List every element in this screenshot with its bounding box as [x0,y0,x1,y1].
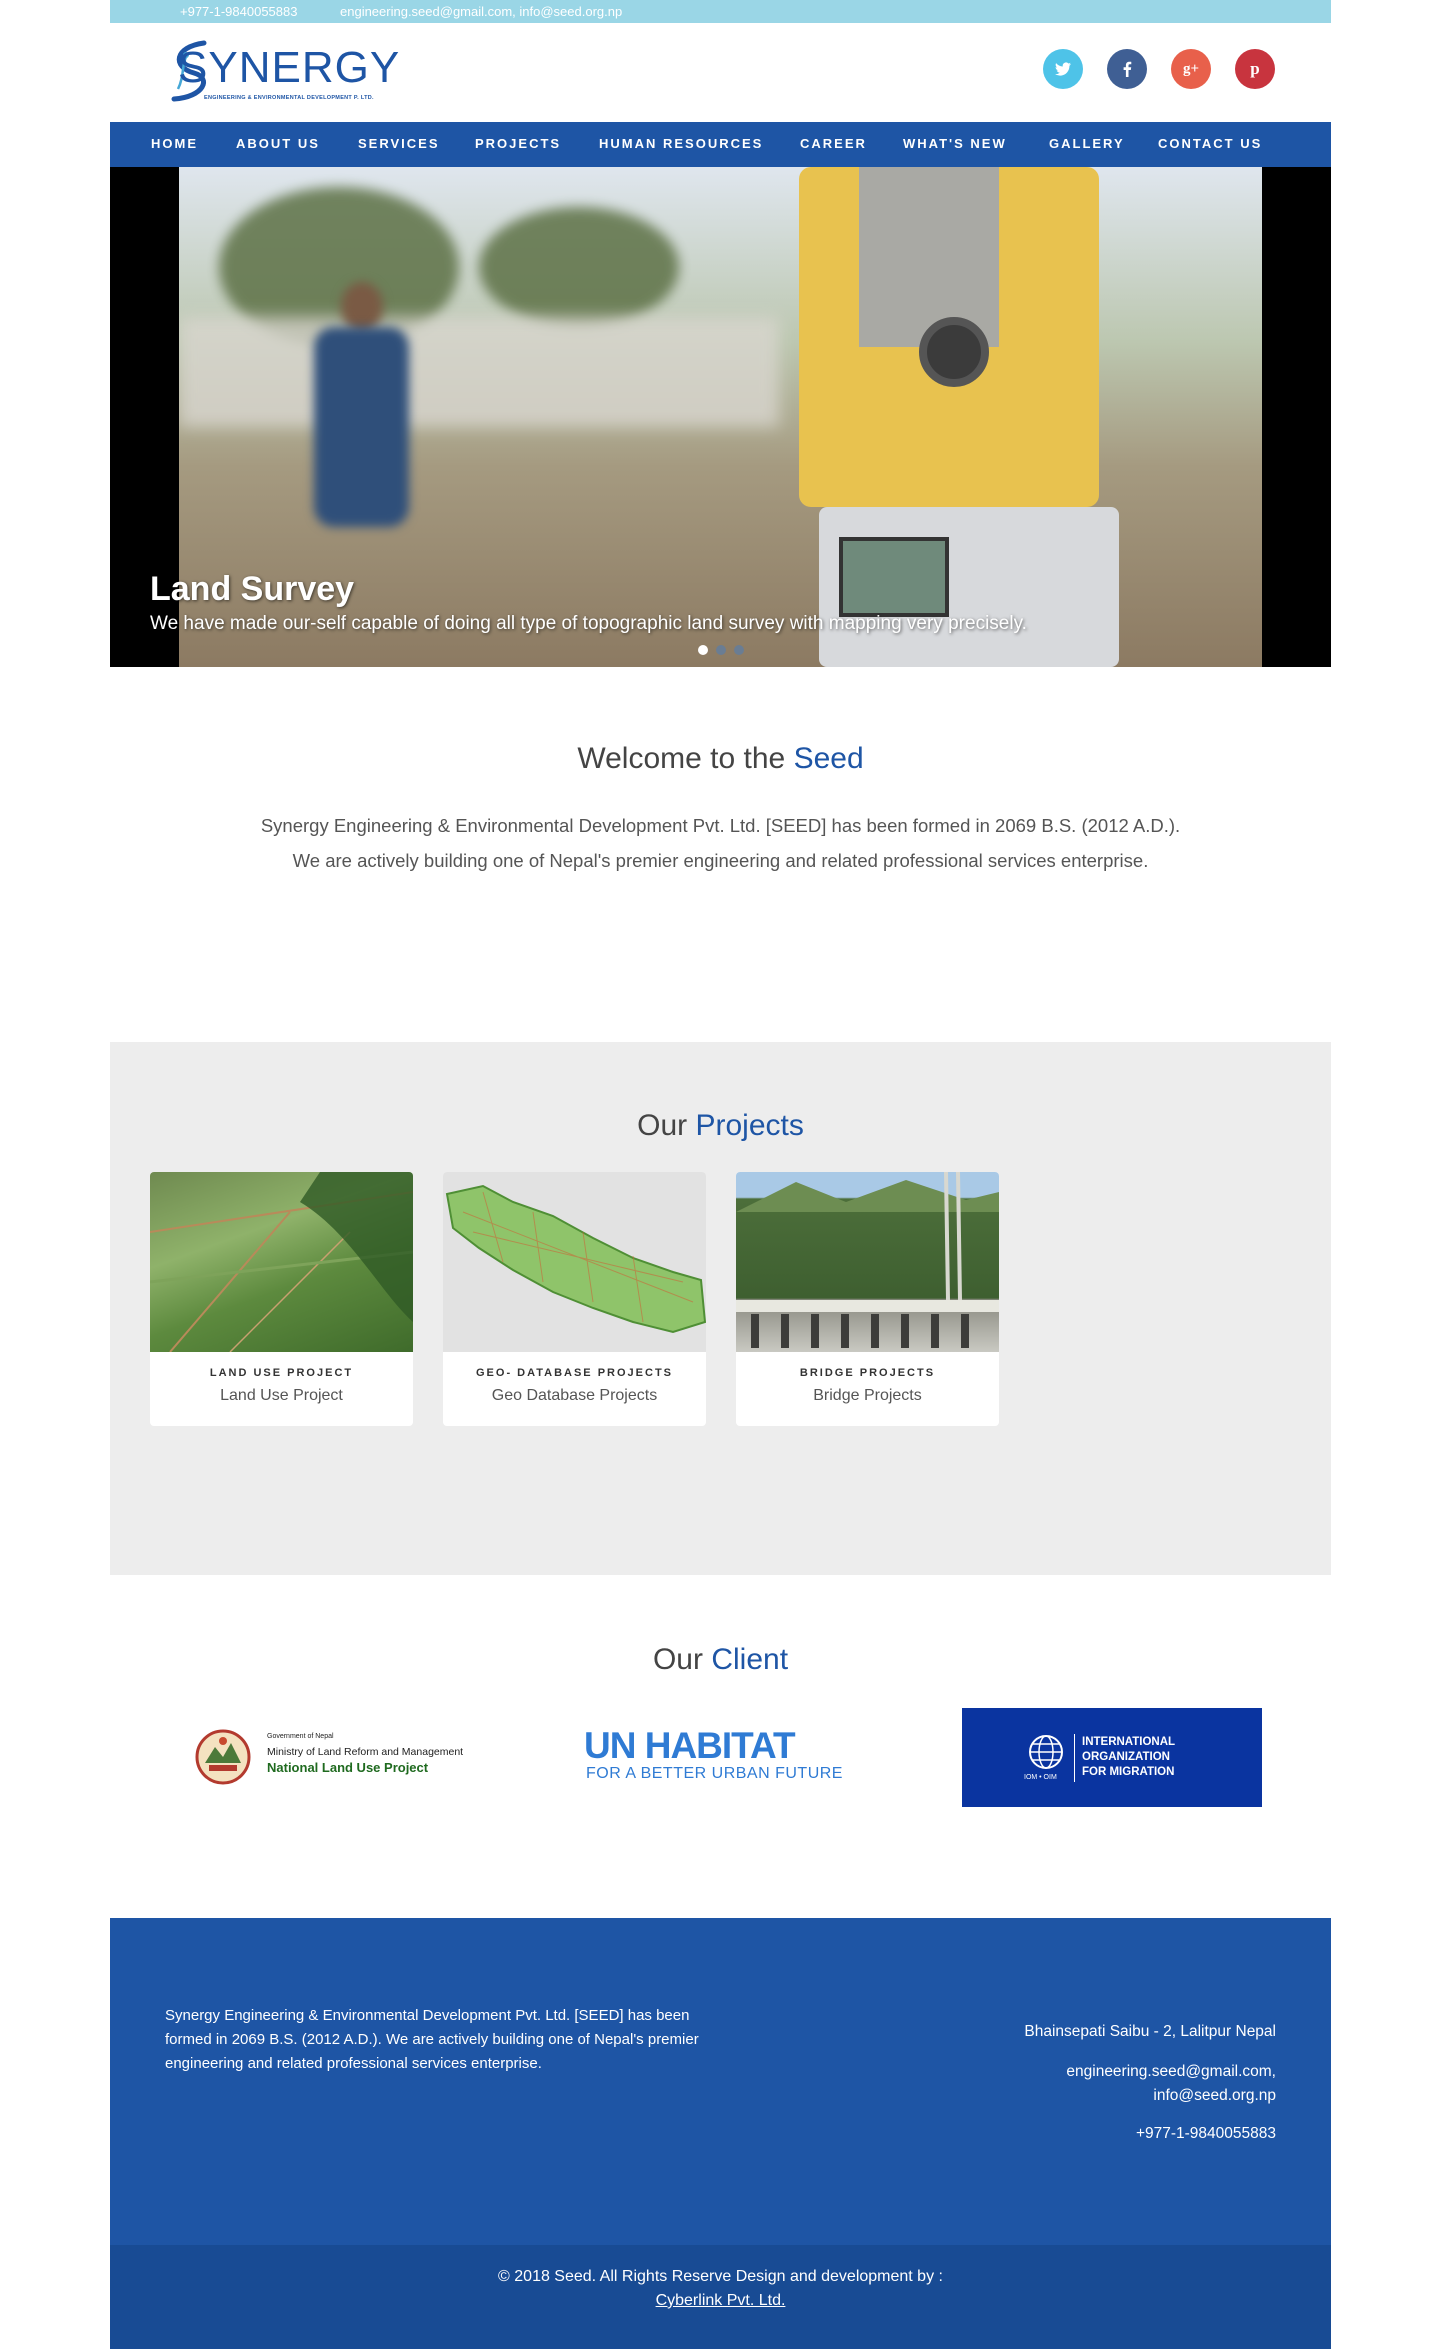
total-station-image [799,167,1159,667]
projects-heading-accent: Projects [695,1109,804,1142]
welcome-text: Synergy Engineering & Environmental Deve… [260,815,1181,871]
clients-heading: Our Client [110,1643,1331,1677]
iom-abbr: IOM • OIM [1024,1774,1057,1781]
iom-globe-icon [1029,1735,1063,1769]
nav-about-us[interactable]: ABOUT US [236,136,320,151]
projects-heading-prefix: Our [637,1109,688,1142]
nav-gallery[interactable]: GALLERY [1049,136,1125,151]
projects-heading: Our Projects [110,1109,1331,1143]
pinterest-icon[interactable]: p [1235,49,1275,89]
nepal-emblem-icon [195,1729,251,1785]
page-wrapper: +977-1-9840055883 engineering.seed@gmail… [110,0,1331,2349]
site-footer: Synergy Engineering & Environmental Deve… [110,1918,1331,2245]
iom-line1: INTERNATIONAL [1082,1736,1176,1748]
nav-whats-new[interactable]: WHAT'S NEW [903,136,1007,151]
slider-dot-2[interactable] [716,645,726,655]
unhabitat-sub: FOR A BETTER URBAN FUTURE [586,1765,843,1782]
project-card-land-use[interactable]: LAND USE PROJECT Land Use Project [150,1172,413,1426]
welcome-heading-accent: Seed [793,742,864,775]
nav-career[interactable]: CAREER [800,136,867,151]
nav-projects[interactable]: PROJECTS [475,136,561,151]
nav-human-resources[interactable]: HUMAN RESOURCES [599,136,763,151]
hero-slider[interactable]: Land Survey We have made our-self capabl… [110,167,1331,667]
project-category: GEO- DATABASE PROJECTS [476,1367,673,1379]
slider-dot-3[interactable] [734,645,744,655]
top-contact-bar: +977-1-9840055883 engineering.seed@gmail… [110,0,1331,23]
footer-about: Synergy Engineering & Environmental Deve… [165,2007,699,2072]
nlup-line3: National Land Use Project [267,1760,429,1775]
welcome-heading-prefix: Welcome to the [577,742,786,775]
project-category: BRIDGE PROJECTS [799,1367,936,1379]
projects-section: Our Projects LAND USE PROJECT Land Use P… [110,1042,1331,1575]
project-card-bridge[interactable]: BRIDGE PROJECTS Bridge Projects [736,1172,999,1426]
footer-address: Bhainsepati Saibu - 2, Lalitpur Nepal [1024,2023,1276,2040]
footer-phone[interactable]: +977-1-9840055883 [1136,2122,1276,2146]
bridge-image [736,1172,999,1352]
project-category: LAND USE PROJECT [209,1367,354,1379]
main-nav: HOME ABOUT US SERVICES PROJECTS HUMAN RE… [110,122,1331,167]
twitter-icon[interactable] [1043,49,1083,89]
project-name: Geo Database Projects [491,1387,658,1404]
synergy-logo[interactable]: SYNERGY ENGINEERING & ENVIRONMENTAL DEVE… [164,37,399,107]
unhabitat-main: UN HABITAT [584,1725,796,1766]
logo-tagline: ENGINEERING & ENVIRONMENTAL DEVELOPMENT … [204,95,374,101]
nlup-line1: Government of Nepal [267,1733,334,1740]
clients-heading-accent: Client [711,1643,789,1676]
copyright-bar: © 2018 Seed. All Rights Reserve Design a… [110,2245,1331,2349]
site-header: SYNERGY ENGINEERING & ENVIRONMENTAL DEVE… [110,23,1331,122]
nepal-map-image [443,1172,706,1352]
nav-home[interactable]: HOME [151,136,198,151]
project-name: Land Use Project [220,1387,343,1404]
footer-email-1[interactable]: engineering.seed@gmail.com, [1066,2060,1276,2084]
project-name: Bridge Projects [813,1387,922,1404]
copyright-text: © 2018 Seed. All Rights Reserve Design a… [498,2268,943,2285]
slider-dot-1[interactable] [698,645,708,655]
client-logo-nlup[interactable]: Government of Nepal Ministry of Land Ref… [195,1727,495,1787]
client-logo-unhabitat[interactable]: UN HABITAT FOR A BETTER URBAN FUTURE [584,1725,854,1785]
google-plus-icon[interactable]: g+ [1171,49,1211,89]
welcome-heading: Welcome to the Seed [110,742,1331,776]
nav-contact-us[interactable]: CONTACT US [1158,136,1262,151]
client-logo-iom[interactable]: IOM • OIM INTERNATIONAL ORGANIZATION FOR… [962,1708,1262,1807]
developer-link[interactable]: Cyberlink Pvt. Ltd. [110,2292,1331,2310]
project-card-geo-database[interactable]: GEO- DATABASE PROJECTS Geo Database Proj… [443,1172,706,1426]
iom-line2: ORGANIZATION [1082,1751,1170,1763]
facebook-icon[interactable] [1107,49,1147,89]
land-use-image [150,1172,413,1352]
footer-email-2[interactable]: info@seed.org.np [1153,2084,1276,2108]
nlup-line2: Ministry of Land Reform and Management [267,1746,464,1758]
slide-caption: We have made our-self capable of doing a… [150,613,1027,634]
nav-services[interactable]: SERVICES [358,136,440,151]
clients-heading-prefix: Our [652,1643,703,1676]
topbar-emails[interactable]: engineering.seed@gmail.com, info@seed.or… [340,4,622,19]
slide-title: Land Survey [150,570,355,608]
topbar-phone[interactable]: +977-1-9840055883 [180,4,297,19]
iom-line3: FOR MIGRATION [1082,1766,1175,1778]
logo-brand-text: SYNERGY [178,43,401,92]
